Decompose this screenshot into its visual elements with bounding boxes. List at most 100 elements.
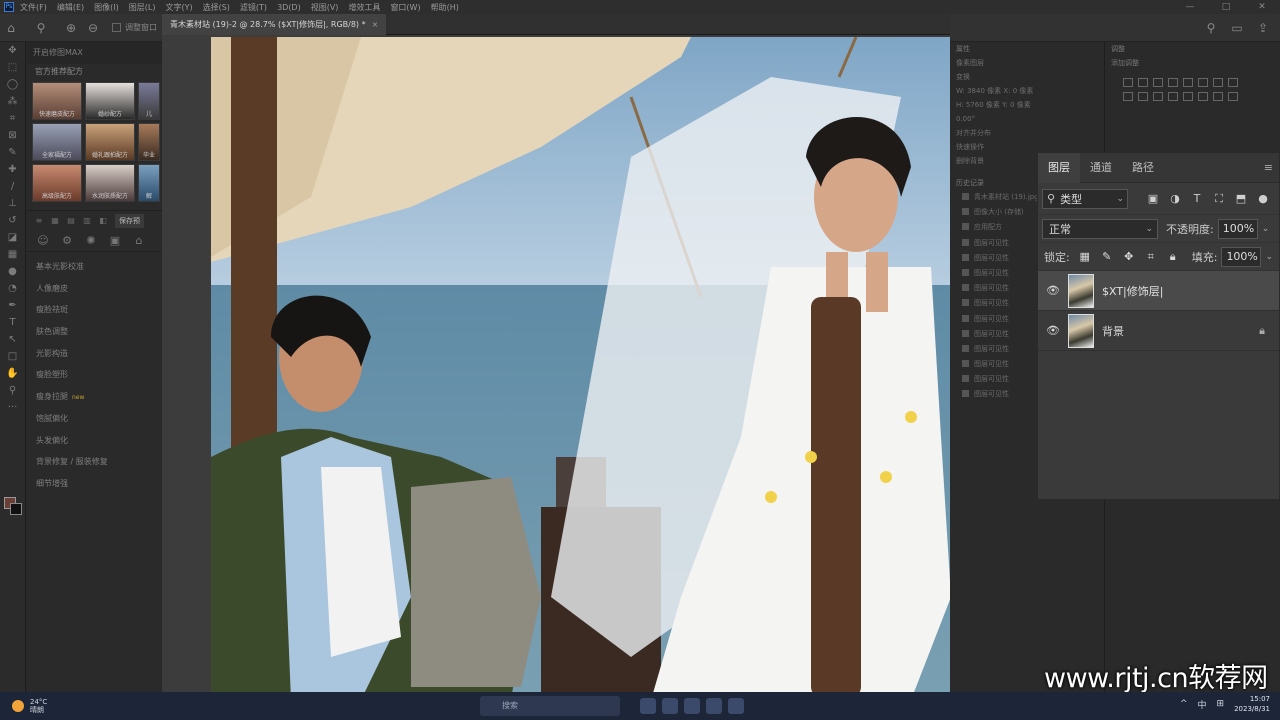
- recipe-thumb[interactable]: 水润肤质配方: [85, 164, 135, 202]
- adjust-icon[interactable]: [1123, 92, 1133, 101]
- share-icon[interactable]: ⇪: [1252, 17, 1274, 39]
- close-window-button[interactable]: ✕: [1244, 0, 1280, 14]
- tab-paths[interactable]: 路径: [1122, 153, 1164, 183]
- filter-toggle-icon[interactable]: ●: [1252, 192, 1274, 205]
- recipe-thumb[interactable]: 快速磨皮配方: [32, 82, 82, 120]
- frame-tool-icon[interactable]: ⊠: [0, 127, 25, 144]
- adjust-icon[interactable]: [1198, 78, 1208, 87]
- layer-item-retouch[interactable]: 👁︎ $XT|修饰层|: [1038, 271, 1279, 311]
- gradient-tool-icon[interactable]: ▦: [0, 246, 25, 263]
- eraser-tool-icon[interactable]: ◪: [0, 229, 25, 246]
- fill-input[interactable]: 100%: [1221, 246, 1262, 267]
- grid-icon[interactable]: ▦: [47, 216, 63, 225]
- maximize-button[interactable]: □: [1208, 0, 1244, 14]
- recipe-thumb[interactable]: 全家福配方: [32, 123, 82, 161]
- document-canvas[interactable]: [162, 35, 950, 702]
- more-tools-icon[interactable]: ···: [0, 399, 25, 416]
- dodge-tool-icon[interactable]: ◔: [0, 280, 25, 297]
- close-tab-icon[interactable]: ×: [372, 20, 379, 29]
- menu-item-file[interactable]: 文件(F): [20, 2, 47, 13]
- menu-item-plugins[interactable]: 增效工具: [348, 2, 380, 13]
- workspace-icon[interactable]: ▭: [1226, 17, 1248, 39]
- stamp-tool-icon[interactable]: ⊥: [0, 195, 25, 212]
- adjust-icon[interactable]: [1138, 78, 1148, 87]
- lock-artboard-icon[interactable]: ⌗: [1140, 250, 1162, 264]
- home-icon[interactable]: ⌂: [0, 17, 22, 39]
- smart-object-filter-icon[interactable]: ⬒: [1230, 192, 1252, 205]
- app-icon[interactable]: [684, 698, 700, 714]
- adjust-icon[interactable]: [1198, 92, 1208, 101]
- adjust-icon[interactable]: [1213, 92, 1223, 101]
- zoom-in-icon[interactable]: ⊕: [60, 17, 82, 39]
- stack-icon[interactable]: ▤: [63, 216, 79, 225]
- move-tool-icon[interactable]: ✥: [0, 42, 25, 59]
- path-select-tool-icon[interactable]: ↖: [0, 331, 25, 348]
- recipe-thumb[interactable]: 高级肤配方: [32, 164, 82, 202]
- layer-filter-select[interactable]: ⚲ 类型 ⌄: [1042, 188, 1128, 209]
- more-tab-icon[interactable]: ⌂: [127, 234, 151, 247]
- adjust-icon[interactable]: [1228, 92, 1238, 101]
- function-item-slim[interactable]: 瘦身拉腿 new: [27, 386, 162, 408]
- quick-select-tool-icon[interactable]: ⁂: [0, 93, 25, 110]
- lock-position-icon[interactable]: ✥: [1118, 250, 1140, 263]
- save-recipe-button[interactable]: 保存预: [115, 213, 144, 228]
- function-item[interactable]: 背景修复 / 服装修复: [27, 451, 162, 473]
- fill-chevron-icon[interactable]: ⌄: [1265, 252, 1273, 262]
- app-icon[interactable]: [640, 698, 656, 714]
- recipe-thumb[interactable]: 解: [138, 164, 160, 202]
- menu-item-3d[interactable]: 3D(D): [277, 3, 301, 12]
- recipe-thumb[interactable]: 婚礼跟拍配方: [85, 123, 135, 161]
- window-icon[interactable]: ▥: [79, 216, 95, 225]
- eyedropper-tool-icon[interactable]: ✎: [0, 144, 25, 161]
- document-tab[interactable]: 青木素材站 (19)-2 @ 28.7% ($XT|修饰层|, RGB/8) *…: [162, 14, 387, 35]
- rectangle-tool-icon[interactable]: □: [0, 348, 25, 365]
- resize-window-checkbox[interactable]: [112, 23, 121, 32]
- weather-widget[interactable]: 24°C 晴朗: [12, 698, 47, 714]
- recipe-thumb[interactable]: 儿: [138, 82, 160, 120]
- brush-tool-icon[interactable]: /: [0, 178, 25, 195]
- tab-layers[interactable]: 图层: [1038, 152, 1080, 183]
- menu-item-type[interactable]: 文字(Y): [165, 2, 192, 13]
- adjust-icon[interactable]: [1228, 78, 1238, 87]
- function-item[interactable]: 饱腻偏化: [27, 408, 162, 430]
- clock[interactable]: 15:07 2023/8/31: [1234, 694, 1270, 714]
- menu-item-filter[interactable]: 滤镜(T): [240, 2, 267, 13]
- marquee-tool-icon[interactable]: ⬚: [0, 59, 25, 76]
- zoom-tool-side-icon[interactable]: ⚲: [0, 382, 25, 399]
- function-item[interactable]: 光影构造: [27, 343, 162, 365]
- visibility-eye-icon[interactable]: 👁︎: [1038, 284, 1068, 297]
- app-icon[interactable]: [706, 698, 722, 714]
- history-brush-icon[interactable]: ↺: [0, 212, 25, 229]
- adjust-icon[interactable]: [1153, 92, 1163, 101]
- minimize-button[interactable]: —: [1172, 0, 1208, 14]
- app-icon[interactable]: [662, 698, 678, 714]
- adjust-icon[interactable]: [1138, 92, 1148, 101]
- menu-item-view[interactable]: 视图(V): [311, 2, 339, 13]
- recipe-thumb[interactable]: 婚纱配方: [85, 82, 135, 120]
- crop-tool-icon[interactable]: ⌗: [0, 110, 25, 127]
- panel-menu-icon[interactable]: ≡: [1264, 161, 1273, 174]
- tray-expand-icon[interactable]: ^: [1180, 699, 1188, 709]
- lasso-tool-icon[interactable]: ◯: [0, 76, 25, 93]
- adjust-icon[interactable]: [1213, 78, 1223, 87]
- input-method-icon[interactable]: 中: [1198, 698, 1207, 711]
- healing-tool-icon[interactable]: ✚: [0, 161, 25, 178]
- lock-transparent-icon[interactable]: ▦: [1074, 250, 1096, 263]
- function-item[interactable]: 细节增强: [27, 473, 162, 495]
- visibility-eye-icon[interactable]: 👁︎: [1038, 324, 1068, 337]
- adjustment-filter-icon[interactable]: ◑: [1164, 192, 1186, 205]
- ai-tab-icon[interactable]: ▣: [103, 234, 127, 247]
- layer-item-background[interactable]: 👁︎ 背景 🔒︎: [1038, 311, 1279, 351]
- background-color-swatch[interactable]: [10, 503, 22, 515]
- function-item[interactable]: 基本光影校准: [27, 256, 162, 278]
- pen-tool-icon[interactable]: ✒: [0, 297, 25, 314]
- type-tool-icon[interactable]: T: [0, 314, 25, 331]
- zoom-tool-icon[interactable]: ⚲: [30, 17, 52, 39]
- menu-item-layer[interactable]: 图层(L): [129, 2, 156, 13]
- layers-icon[interactable]: ≡: [31, 216, 47, 225]
- recipe-thumb[interactable]: 毕业: [138, 123, 160, 161]
- app-icon[interactable]: [728, 698, 744, 714]
- menu-item-help[interactable]: 帮助(H): [431, 2, 459, 13]
- adjust-icon[interactable]: [1183, 92, 1193, 101]
- search-icon[interactable]: ⚲: [1200, 17, 1222, 39]
